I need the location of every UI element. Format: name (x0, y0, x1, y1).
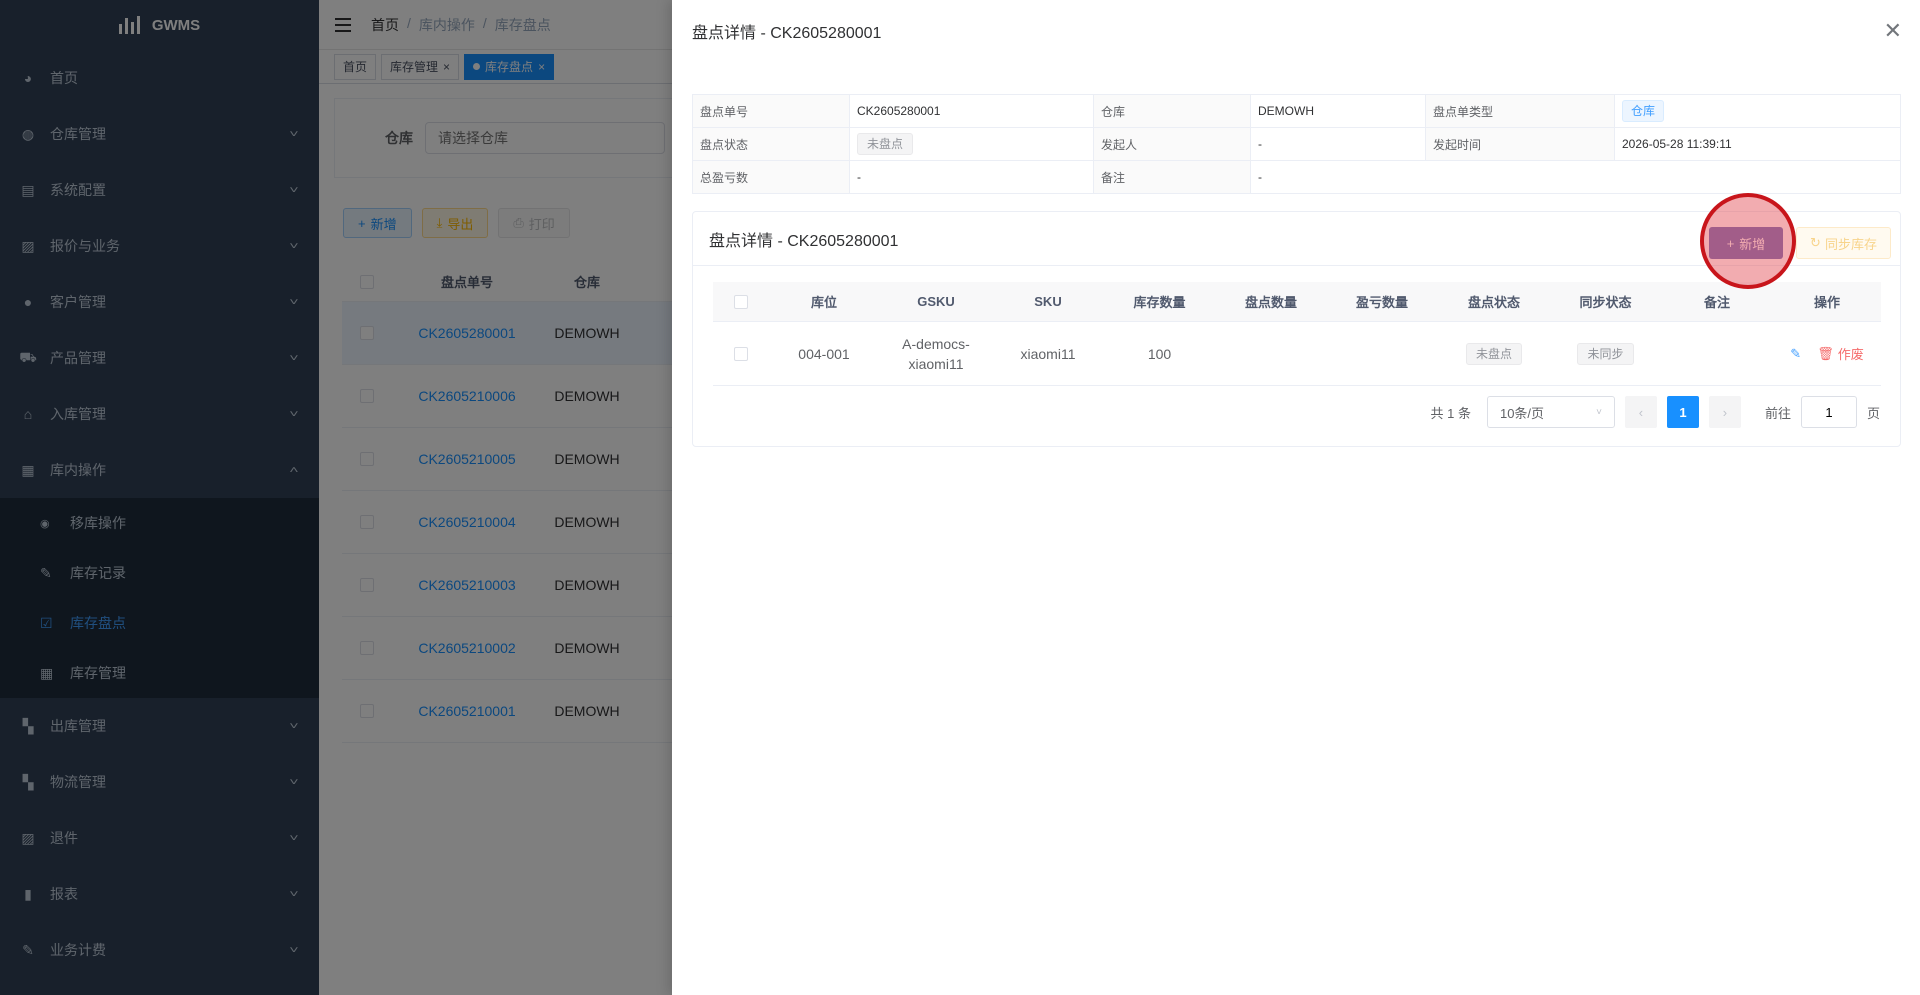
desc-label: 备注 (1093, 160, 1251, 194)
column-header: 备注 (1703, 295, 1730, 310)
goto-unit: 页 (1866, 405, 1880, 421)
desc-value: - (1250, 160, 1901, 194)
page-size-select[interactable]: 10条/页 ˅ (1486, 396, 1615, 428)
desc-label: 盘点状态 (692, 127, 850, 161)
desc-label: 盘点单类型 (1425, 94, 1615, 128)
desc-value: - (849, 160, 1094, 194)
column-header: 盈亏数量 (1355, 295, 1408, 310)
next-page-button[interactable]: › (1708, 396, 1741, 428)
table-row: 004-001 A-democs-xiaomi11 xiaomi11 100 未… (713, 322, 1881, 386)
sync-stock-button-label: 同步库存 (1824, 236, 1877, 252)
desc-label: 盘点单号 (692, 94, 850, 128)
stocktake-descriptions: 盘点单号 CK2605280001 仓库 DEMOWH 盘点单类型 仓库 盘点状… (692, 94, 1901, 194)
edit-icon[interactable]: ✎ (1790, 346, 1801, 362)
column-header: GSKU (917, 294, 955, 309)
desc-value: 2026-05-28 11:39:11 (1614, 127, 1901, 161)
goto-label: 前往 (1764, 405, 1791, 421)
sku-cell: xiaomi11 (1020, 345, 1076, 362)
sync-stock-button[interactable]: ↻ 同步库存 (1796, 227, 1891, 259)
card-title: 盘点详情 - CK2605280001 (709, 232, 899, 250)
close-icon[interactable]: ✕ (1884, 20, 1902, 42)
page-number-button[interactable]: 1 (1666, 396, 1699, 428)
gsku-cell: A-democs-xiaomi11 (902, 335, 970, 372)
goto-page-input[interactable] (1800, 396, 1857, 428)
column-header: 盘点状态 (1467, 295, 1520, 310)
void-button[interactable]: 🗑 作废 (1817, 344, 1864, 363)
pagination: 共 1 条 10条/页 ˅ ‹ 1 › 前往 页 (1430, 396, 1880, 428)
drawer-header: 盘点详情 - CK2605280001 ✕ (672, 0, 1920, 62)
status-badge: 未盘点 (857, 133, 914, 155)
row-checkbox[interactable] (734, 346, 748, 361)
column-header: 库存数量 (1133, 295, 1186, 310)
refresh-icon: ↻ (1810, 235, 1821, 250)
prev-page-button[interactable]: ‹ (1624, 396, 1657, 428)
plus-icon: + (1726, 235, 1735, 251)
type-badge: 仓库 (1622, 100, 1665, 122)
drawer-title: 盘点详情 - CK2605280001 (692, 25, 882, 42)
add-detail-button-label: 新增 (1739, 236, 1766, 252)
detail-card: 盘点详情 - CK2605280001 + 新增 ↻ 同步库存 库位 GSKU … (692, 193, 1901, 447)
detail-table: 库位 GSKU SKU 库存数量 盘点数量 盈亏数量 盘点状态 同步状态 备注 … (713, 282, 1881, 386)
trash-icon: 🗑 (1817, 345, 1834, 361)
desc-value: - (1250, 127, 1426, 161)
column-header: 盘点数量 (1244, 295, 1297, 310)
stock-qty-cell: 100 (1147, 345, 1172, 362)
status-badge: 未盘点 (1465, 342, 1522, 365)
sync-status-badge: 未同步 (1577, 342, 1634, 365)
select-all-checkbox[interactable] (734, 294, 748, 309)
add-detail-button[interactable]: + 新增 (1709, 227, 1783, 259)
desc-label: 仓库 (1093, 94, 1251, 128)
location-cell: 004-001 (798, 345, 850, 362)
desc-label: 总盈亏数 (692, 160, 850, 194)
column-header: 操作 (1813, 295, 1840, 310)
pagination-total: 共 1 条 (1430, 405, 1471, 421)
chevron-down-icon: ˅ (1596, 406, 1602, 418)
column-header: 同步状态 (1579, 295, 1632, 310)
void-button-label: 作废 (1837, 347, 1864, 362)
column-header: SKU (1034, 294, 1062, 309)
table-header: 库位 GSKU SKU 库存数量 盘点数量 盈亏数量 盘点状态 同步状态 备注 … (713, 282, 1881, 322)
desc-value: DEMOWH (1250, 94, 1426, 128)
desc-label: 发起人 (1093, 127, 1251, 161)
stocktake-detail-drawer: 盘点详情 - CK2605280001 ✕ 盘点单号 CK2605280001 … (672, 0, 1920, 995)
page-size-value: 10条/页 (1499, 405, 1545, 421)
desc-value: CK2605280001 (849, 94, 1094, 128)
desc-label: 发起时间 (1425, 127, 1615, 161)
column-header: 库位 (810, 295, 837, 310)
